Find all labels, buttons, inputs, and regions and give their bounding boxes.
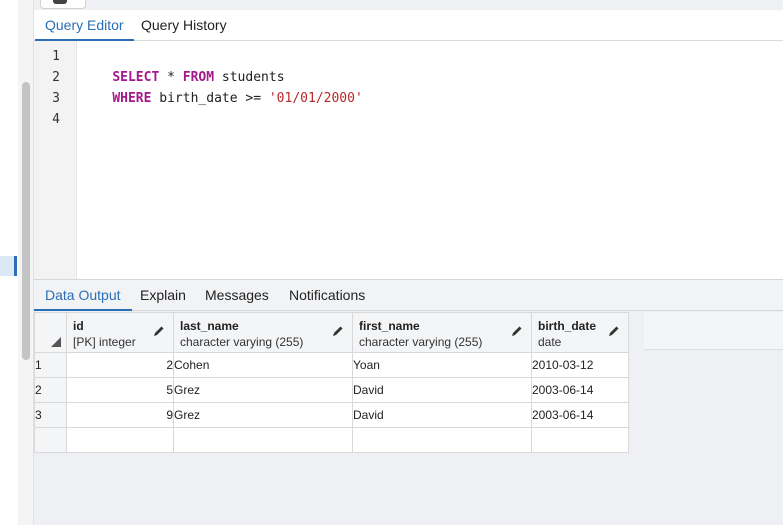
line-number: 4 [52,112,60,127]
tab-notifications[interactable]: Notifications [278,280,376,311]
cell-last-name[interactable]: Grez [173,377,353,403]
cell-birth-date[interactable]: 2003-06-14 [531,402,629,428]
browser-scrollbar-thumb[interactable] [22,82,30,360]
code-line: SELECT * FROM students [81,46,284,85]
table-row[interactable]: 1 2 Cohen Yoan 2010-03-12 [34,352,629,378]
cell-last-name[interactable]: Cohen [173,352,353,378]
empty-cell[interactable] [173,427,353,453]
cell-first-name[interactable]: Yoan [352,352,532,378]
tab-query-history[interactable]: Query History [131,10,237,41]
toolbar-strip [34,0,783,10]
table-row[interactable]: 2 5 Grez David 2003-06-14 [34,377,629,403]
editor-tab-bar: Query Editor Query History [34,10,783,41]
column-header-first-name[interactable]: first_name character varying (255) [352,312,532,353]
row-number[interactable]: 2 [34,377,67,403]
cell-id[interactable]: 2 [66,352,174,378]
code-line: WHERE birth_date >= '01/01/2000' [81,67,362,106]
row-number[interactable]: 3 [34,402,67,428]
cell-last-name[interactable]: Grez [173,402,353,428]
sql-keyword: WHERE [112,91,152,106]
line-number: 1 [52,49,60,64]
column-type: character varying (255) [359,335,483,349]
table-row[interactable]: 3 9 Grez David 2003-06-14 [34,402,629,428]
column-type: [PK] integer [73,335,136,349]
line-number: 2 [52,70,60,85]
new-row-placeholder[interactable] [34,427,629,453]
sql-string-literal: '01/01/2000' [268,91,363,106]
edit-pencil-icon[interactable] [153,325,165,337]
column-name: first_name [359,319,420,333]
empty-cell[interactable] [531,427,629,453]
empty-cell[interactable] [66,427,174,453]
tab-messages[interactable]: Messages [194,280,280,311]
column-header-id[interactable]: id [PK] integer [66,312,174,353]
tab-explain[interactable]: Explain [129,280,197,311]
cell-id[interactable]: 9 [66,402,174,428]
edit-pencil-icon[interactable] [608,325,620,337]
empty-cell[interactable] [352,427,532,453]
tab-data-output[interactable]: Data Output [34,280,132,311]
cell-birth-date[interactable]: 2003-06-14 [531,377,629,403]
column-name: last_name [180,319,239,333]
code-text: birth_date >= [151,91,269,106]
column-header-birth-date[interactable]: birth_date date [531,312,629,353]
selected-tree-item-indicator [14,256,17,276]
line-number-gutter: 1 2 3 4 [34,41,77,279]
cell-first-name[interactable]: David [352,377,532,403]
edit-pencil-icon[interactable] [332,325,344,337]
column-header-last-name[interactable]: last_name character varying (255) [173,312,353,353]
output-tab-bar: Data Output Explain Messages Notificatio… [34,279,783,311]
selected-tree-item-marker[interactable] [0,256,14,276]
toolbar-button-icon [53,0,67,4]
select-all-triangle-icon [51,337,61,347]
grid-header-filler [644,312,783,350]
tab-query-editor[interactable]: Query Editor [35,10,134,41]
result-grid: id [PK] integer last_name character vary… [34,312,629,453]
column-type: character varying (255) [180,335,304,349]
edit-pencil-icon[interactable] [511,325,523,337]
sql-code-editor[interactable]: SELECT * FROM students WHERE birth_date … [77,41,783,279]
row-number[interactable] [34,427,67,453]
row-number[interactable]: 1 [34,352,67,378]
column-type: date [538,335,562,349]
select-all-corner[interactable] [34,312,67,353]
cell-first-name[interactable]: David [352,402,532,428]
line-number: 3 [52,91,60,106]
cell-id[interactable]: 5 [66,377,174,403]
cell-birth-date[interactable]: 2010-03-12 [531,352,629,378]
